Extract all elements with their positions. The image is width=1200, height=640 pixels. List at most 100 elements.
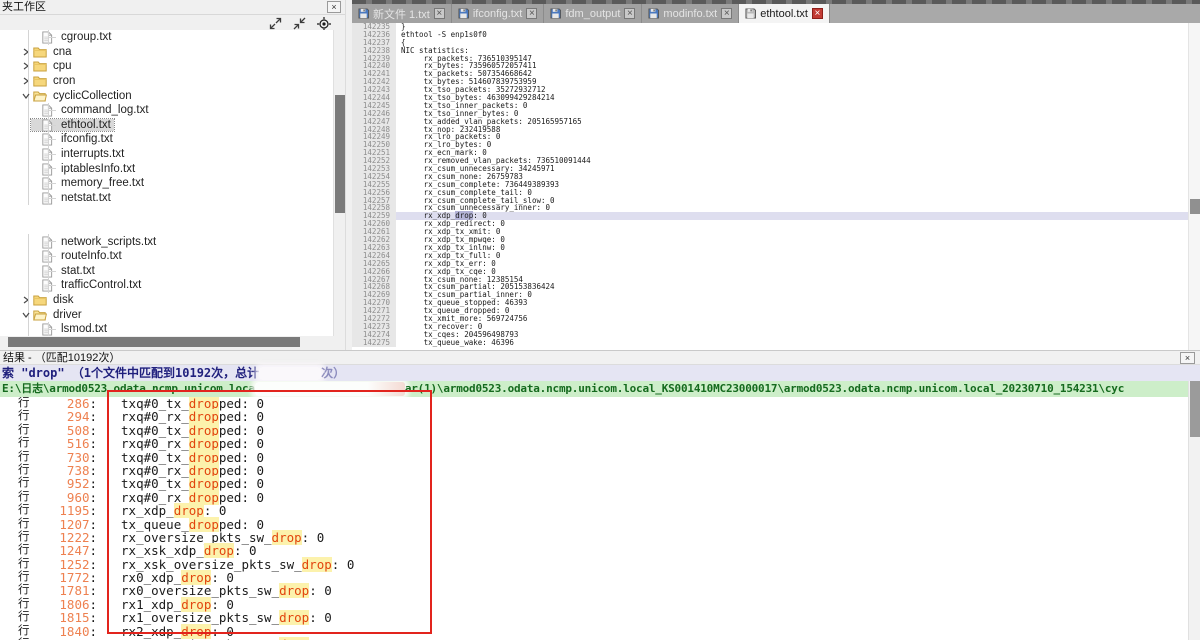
line-text: rx_xdp_tx_inlnw: 0 [396, 244, 1188, 252]
tab-close-icon[interactable]: × [434, 8, 445, 19]
chevron-icon[interactable] [21, 91, 31, 101]
editor-line[interactable]: 142236 ethtool -S enp1s0f0 [352, 31, 1188, 39]
editor-tab[interactable]: fdm_output × [544, 4, 642, 23]
search-result-row[interactable]: 行 1815 : rx1_oversize_pkts_sw_drop: 0 [0, 611, 1188, 624]
file-tree: cgroup.txt cna cpu cron [0, 30, 333, 336]
editor-tab[interactable]: 新文件 1.txt × [352, 4, 452, 23]
tree-item-body[interactable]: netstat.txt [31, 192, 114, 204]
search-result-row[interactable]: 行 1806 : rx1_xdp_drop: 0 [0, 598, 1188, 611]
chevron-icon[interactable] [21, 76, 31, 86]
tree-item[interactable]: memory_free.txt [0, 176, 333, 191]
search-result-row[interactable]: 行 1781 : rx0_oversize_pkts_sw_drop: 0 [0, 584, 1188, 597]
editor-panel: 新文件 1.txt × ifconfig.txt × fdm_output × … [352, 0, 1200, 350]
search-result-row[interactable]: 行 508 : txq#0_tx_dropped: 0 [0, 424, 1188, 437]
expand-all-icon[interactable] [268, 17, 283, 30]
scrollbar-thumb[interactable] [335, 95, 345, 213]
result-colon: : [90, 491, 98, 504]
collapse-all-icon[interactable] [292, 17, 307, 30]
tree-item[interactable]: disk [0, 293, 333, 308]
tree-item[interactable]: cron [0, 74, 333, 89]
panel-splitter[interactable] [345, 0, 352, 350]
result-line-number: 1252 [30, 558, 90, 571]
text-editor[interactable]: 142235 } 142236 ethtool -S enp1s0f0 1422… [352, 23, 1188, 350]
search-result-row[interactable]: 行 1195 : rx_xdp_drop: 0 [0, 504, 1188, 517]
sidebar-vertical-scrollbar[interactable] [333, 30, 345, 336]
result-row-label: 行 [0, 397, 30, 410]
tree-item-body[interactable]: driver [31, 309, 85, 321]
chevron-icon[interactable] [21, 47, 31, 57]
editor-line[interactable]: 142275 tx_queue_wake: 46396 [352, 339, 1188, 347]
tree-item[interactable]: cna [0, 45, 333, 60]
tree-item-body[interactable]: lsmod.txt [31, 323, 110, 335]
tree-item-body[interactable]: stat.txt [31, 265, 98, 277]
tree-item-body[interactable]: ethtool.txt [31, 119, 114, 131]
results-vertical-scrollbar[interactable] [1188, 381, 1200, 640]
tree-item-body[interactable]: cron [31, 75, 78, 87]
result-file-path-line[interactable]: E:\日志\armod0523.odata.ncmp.unicom.locaar… [0, 381, 1200, 397]
locate-file-icon[interactable] [316, 17, 331, 30]
search-result-row[interactable]: 行 952 : txq#0_tx_dropped: 0 [0, 477, 1188, 490]
result-row-label: 行 [0, 437, 30, 450]
tree-item[interactable]: cpu [0, 59, 333, 74]
tree-item-body[interactable]: routeInfo.txt [31, 250, 125, 262]
tree-item-body[interactable]: cna [31, 46, 75, 58]
search-summary-line[interactable]: 索 "drop" （1个文件中匹配到10192次，总计次） [0, 365, 1200, 381]
tree-item-body[interactable]: cyclicCollection [31, 90, 135, 102]
search-result-row[interactable]: 行 1840 : rx2_xdp_drop: 0 [0, 625, 1188, 638]
chevron-icon[interactable] [21, 310, 31, 320]
tree-item-body[interactable]: interrupts.txt [31, 148, 127, 160]
line-text: tx_xmit_more: 569724756 [396, 315, 1188, 323]
editor-line[interactable]: 142237 { [352, 39, 1188, 47]
sidebar-horizontal-scrollbar[interactable] [0, 336, 333, 348]
tab-close-icon[interactable]: × [526, 8, 537, 19]
tree-item[interactable]: ifconfig.txt [0, 132, 333, 147]
chevron-icon[interactable] [21, 295, 31, 305]
search-result-row[interactable]: 行 1222 : rx_oversize_pkts_sw_drop: 0 [0, 531, 1188, 544]
tree-item[interactable]: cgroup.txt [0, 30, 333, 45]
tree-item[interactable]: interrupts.txt [0, 147, 333, 162]
tree-item-body[interactable]: cgroup.txt [31, 31, 115, 43]
search-result-row[interactable]: 行 1772 : rx0_xdp_drop: 0 [0, 571, 1188, 584]
tree-item-body[interactable]: cpu [31, 60, 75, 72]
search-result-row[interactable]: 行 294 : rxq#0_rx_dropped: 0 [0, 410, 1188, 423]
search-result-row[interactable]: 行 1252 : rx_xsk_oversize_pkts_sw_drop: 0 [0, 558, 1188, 571]
search-result-row[interactable]: 行 516 : rxq#0_rx_dropped: 0 [0, 437, 1188, 450]
tree-item[interactable]: driver [0, 307, 333, 322]
editor-tab[interactable]: modinfo.txt × [642, 4, 739, 23]
tree-item[interactable]: netstat.txt [0, 191, 333, 206]
tab-close-icon[interactable]: × [721, 8, 732, 19]
scrollbar-thumb[interactable] [1190, 381, 1200, 437]
editor-tab[interactable]: ethtool.txt × [739, 4, 830, 23]
scrollbar-thumb[interactable] [8, 337, 300, 347]
close-icon[interactable]: × [327, 1, 341, 13]
search-result-row[interactable]: 行 1247 : rx_xsk_xdp_drop: 0 [0, 544, 1188, 557]
tree-item-label: routeInfo.txt [58, 250, 125, 262]
search-result-row[interactable]: 行 286 : txq#0_tx_dropped: 0 [0, 397, 1188, 410]
tab-close-icon[interactable]: × [812, 8, 823, 19]
tree-item[interactable]: iptablesInfo.txt [0, 161, 333, 176]
tree-connector [28, 249, 29, 264]
result-text: rxq#0_rx_dropped: 0 [97, 491, 264, 504]
tab-close-icon[interactable]: × [624, 8, 635, 19]
tree-item-body[interactable]: disk [31, 294, 76, 306]
results-title-bar: 结果 - （匹配10192次） × [0, 350, 1200, 365]
line-number: 142275 [352, 339, 396, 347]
tree-item[interactable]: stat.txt [0, 264, 333, 279]
search-result-row[interactable]: 行 738 : rxq#0_rx_dropped: 0 [0, 464, 1188, 477]
tree-item[interactable]: ethtool.txt [0, 118, 333, 133]
chevron-icon[interactable] [21, 61, 31, 71]
scrollbar-thumb[interactable] [1190, 199, 1200, 214]
close-icon[interactable]: × [1180, 352, 1195, 364]
tree-item[interactable]: command_log.txt [0, 103, 333, 118]
search-result-row[interactable]: 行 730 : txq#0_tx_dropped: 0 [0, 451, 1188, 464]
tree-item[interactable]: routeInfo.txt [0, 249, 333, 264]
tree-item[interactable]: trafficControl.txt [0, 278, 333, 293]
editor-vertical-scrollbar[interactable] [1188, 23, 1200, 350]
search-result-row[interactable]: 行 1207 : tx_queue_dropped: 0 [0, 518, 1188, 531]
search-result-row[interactable]: 行 960 : rxq#0_rx_dropped: 0 [0, 491, 1188, 504]
tree-item-body[interactable]: ifconfig.txt [31, 133, 116, 145]
tree-item[interactable]: lsmod.txt [0, 322, 333, 336]
tree-item[interactable]: network_scripts.txt [0, 234, 333, 249]
editor-tab[interactable]: ifconfig.txt × [452, 4, 545, 23]
tree-item[interactable]: cyclicCollection [0, 88, 333, 103]
